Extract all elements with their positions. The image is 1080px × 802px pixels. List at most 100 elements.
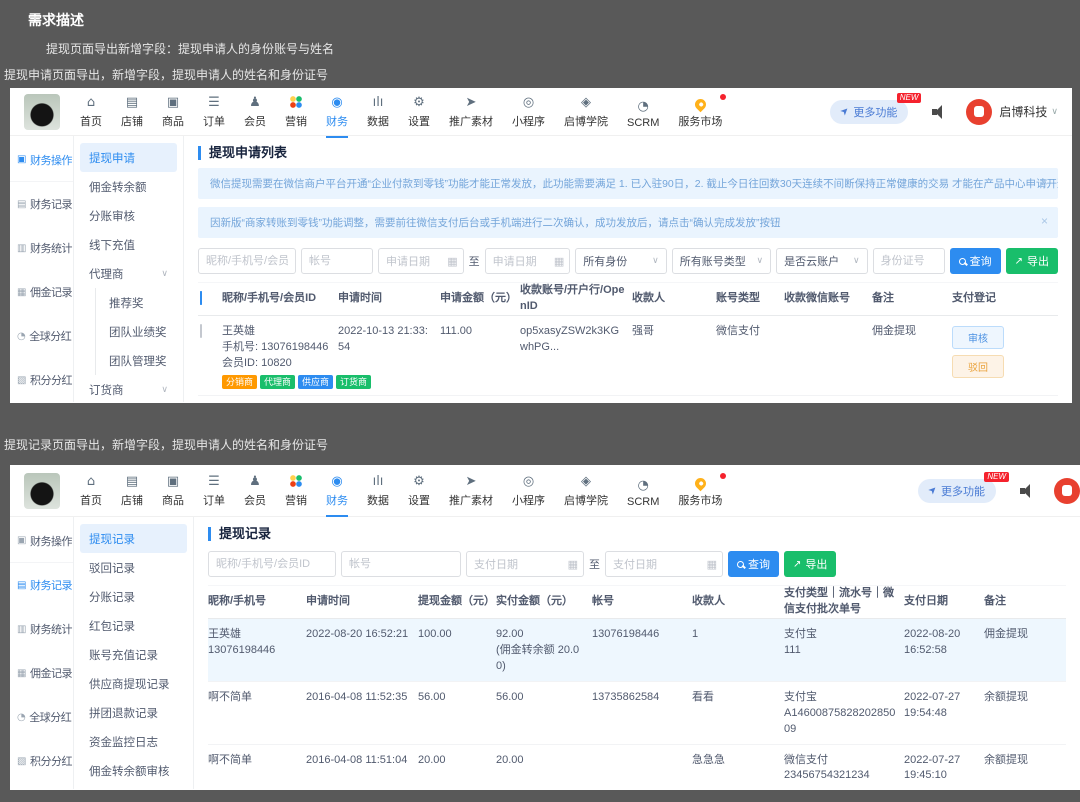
more-features-button[interactable]: ➤ 更多功能 NEW	[917, 471, 1009, 503]
identity-select[interactable]: 所有身份 ∨	[575, 248, 667, 274]
nav-item[interactable]: ▣ 商品	[162, 474, 184, 508]
secondary-sidebar-item[interactable]: 团队管理奖	[95, 346, 177, 375]
table-header-cell: 备注	[872, 291, 894, 304]
more-features-button[interactable]: ➤ 更多功能 NEW	[830, 92, 922, 124]
apply-date-end-input[interactable]: 申请日期 ▦	[484, 248, 571, 274]
nav-item[interactable]: ◔ SCRM	[627, 99, 659, 129]
pay-date-end-input[interactable]: 支付日期 ▦	[605, 551, 723, 577]
export-button[interactable]: ↗ 导出	[784, 551, 837, 577]
secondary-sidebar-item[interactable]: 佣金转余额审核	[80, 756, 187, 785]
promo-material-icon: ➤	[465, 473, 477, 489]
nav-item[interactable]: ◔ SCRM	[627, 478, 659, 508]
secondary-sidebar-item[interactable]: 佣金转余额	[80, 172, 177, 201]
primary-sidebar-label: 积分分红	[29, 375, 73, 387]
id-number-input[interactable]	[872, 248, 945, 274]
table-body: 王英雄 13076198446 2022-08-20 16:52:21 100.…	[208, 618, 1066, 789]
nav-item[interactable]: ⌂ 首页	[80, 474, 102, 508]
nav-item[interactable]: 营销	[285, 94, 307, 129]
export-button[interactable]: ↗ 导出	[1005, 248, 1058, 274]
primary-sidebar-item[interactable]: ▤ 财务记录	[10, 182, 73, 226]
announcement-icon[interactable]	[932, 104, 948, 119]
nav-item[interactable]: ◉ 财务	[326, 95, 348, 129]
primary-sidebar-item[interactable]: ◔ 全球分红	[10, 695, 73, 739]
select-all-checkbox[interactable]	[200, 290, 202, 305]
nav-item[interactable]: ◎ 小程序	[512, 474, 545, 508]
nav-item[interactable]: ◉ 财务	[326, 474, 348, 508]
announcement-icon[interactable]	[1020, 483, 1036, 498]
secondary-sidebar-item[interactable]: 分账审核	[80, 201, 177, 230]
primary-sidebar-item[interactable]: ▦ 佣金记录	[10, 651, 73, 695]
nav-item[interactable]: ◈ 启博学院	[564, 95, 608, 129]
secondary-sidebar-item[interactable]: 团队业绩奖	[95, 317, 177, 346]
nav-item[interactable]: ♟ 会员	[244, 474, 266, 508]
pay-date-start-input[interactable]: 支付日期 ▦	[466, 551, 584, 577]
secondary-sidebar-item[interactable]: 驳回记录	[80, 553, 187, 582]
primary-sidebar-item[interactable]: ▣ 财务操作	[10, 519, 73, 563]
secondary-sidebar-item[interactable]: 供应商提现记录	[80, 669, 187, 698]
nav-item[interactable]: ▣ 商品	[162, 95, 184, 129]
nav-item[interactable]: ılı 数据	[367, 474, 389, 508]
search-button[interactable]: 查询	[949, 248, 1001, 274]
secondary-sidebar-item[interactable]: 代理商 ∨	[80, 259, 177, 288]
nav-item[interactable]: ➤ 推广素材	[449, 95, 493, 129]
secondary-sidebar-item[interactable]: 红包记录	[80, 611, 187, 640]
nav-item[interactable]: ⌂ 首页	[80, 95, 102, 129]
nav-item[interactable]: ➤ 推广素材	[449, 474, 493, 508]
close-icon[interactable]: ×	[1041, 214, 1048, 228]
nav-item[interactable]: ▤ 店铺	[121, 474, 143, 508]
pay-serial: A1460087582820285009	[784, 706, 896, 735]
payee-cell[interactable]: 强哥	[632, 324, 716, 340]
cloud-account-select[interactable]: 是否云账户 ∨	[776, 248, 868, 274]
primary-sidebar-item[interactable]: ◔ 全球分红	[10, 314, 73, 358]
company-name[interactable]: 启博科技	[999, 103, 1047, 120]
primary-sidebar-item[interactable]: ▧ 积分分红	[10, 358, 73, 402]
primary-sidebar-item[interactable]: ▥ 财务统计	[10, 607, 73, 651]
account-input[interactable]	[301, 248, 373, 274]
nav-item[interactable]: ⚙ 设置	[408, 474, 430, 508]
nav-item[interactable]: ♟ 会员	[244, 95, 266, 129]
requirement-line-2: 提现申请页面导出，新增字段，提现申请人的姓名和身份证号	[4, 68, 329, 82]
row-checkbox[interactable]	[200, 323, 202, 338]
approve-button[interactable]: 审核	[952, 325, 1004, 349]
secondary-sidebar-item[interactable]: 推荐奖	[95, 288, 177, 317]
account-type-select[interactable]: 所有账号类型 ∨	[671, 248, 772, 274]
table-header-cell: 账号类型	[716, 291, 760, 304]
nav-item[interactable]: ılı 数据	[367, 95, 389, 129]
nav-item[interactable]: ◈ 启博学院	[564, 474, 608, 508]
primary-sidebar-item[interactable]: ▤ 财务记录	[10, 563, 73, 607]
account-input[interactable]	[341, 551, 461, 577]
secondary-sidebar-item[interactable]: 分账记录	[80, 582, 187, 611]
nav-item[interactable]: ☰ 订单	[203, 95, 225, 129]
secondary-sidebar-item[interactable]: 通联分账记录	[80, 785, 187, 790]
nav-item[interactable]: 营销	[285, 473, 307, 508]
keyword-input[interactable]	[208, 551, 336, 577]
primary-sidebar-item[interactable]: ▧ 积分分红	[10, 739, 73, 783]
keyword-input[interactable]	[198, 248, 296, 274]
secondary-sidebar-item[interactable]: 提现记录	[80, 524, 187, 553]
primary-sidebar-item[interactable]: ▥ 财务统计	[10, 226, 73, 270]
apply-date-start-input[interactable]: 申请日期 ▦	[378, 248, 464, 274]
secondary-sidebar-item[interactable]: 提现申请	[80, 143, 177, 172]
paid-amount: 56.00	[496, 690, 524, 703]
secondary-sidebar-item[interactable]: 拼团退款记录	[80, 698, 187, 727]
nav-item[interactable]: 服务市场	[678, 472, 727, 508]
nav-item[interactable]: ▤ 店铺	[121, 95, 143, 129]
nav-item[interactable]: ☰ 订单	[203, 474, 225, 508]
primary-sidebar-item[interactable]: ▣ 财务操作	[10, 138, 73, 182]
nav-item[interactable]: ⚙ 设置	[408, 95, 430, 129]
primary-sidebar-item[interactable]: ▦ 佣金记录	[10, 270, 73, 314]
nav-item-label: 小程序	[512, 494, 545, 507]
nav-item-label: 店铺	[121, 115, 143, 128]
secondary-sidebar-item[interactable]: 账号充值记录	[80, 640, 187, 669]
reject-button[interactable]: 驳回	[952, 354, 1004, 378]
nav-item[interactable]: 服务市场	[678, 93, 727, 129]
close-icon[interactable]: ×	[1041, 175, 1048, 189]
secondary-sidebar-item[interactable]: 线下充值	[80, 230, 177, 259]
nav-item[interactable]: ◎ 小程序	[512, 95, 545, 129]
avatar[interactable]	[1054, 477, 1080, 504]
secondary-sidebar-item[interactable]: 订货商 ∨	[80, 375, 177, 403]
chevron-down-icon: ∨	[853, 256, 860, 266]
secondary-sidebar-item[interactable]: 资金监控日志	[80, 727, 187, 756]
avatar[interactable]	[966, 98, 993, 125]
search-button[interactable]: 查询	[728, 551, 779, 577]
